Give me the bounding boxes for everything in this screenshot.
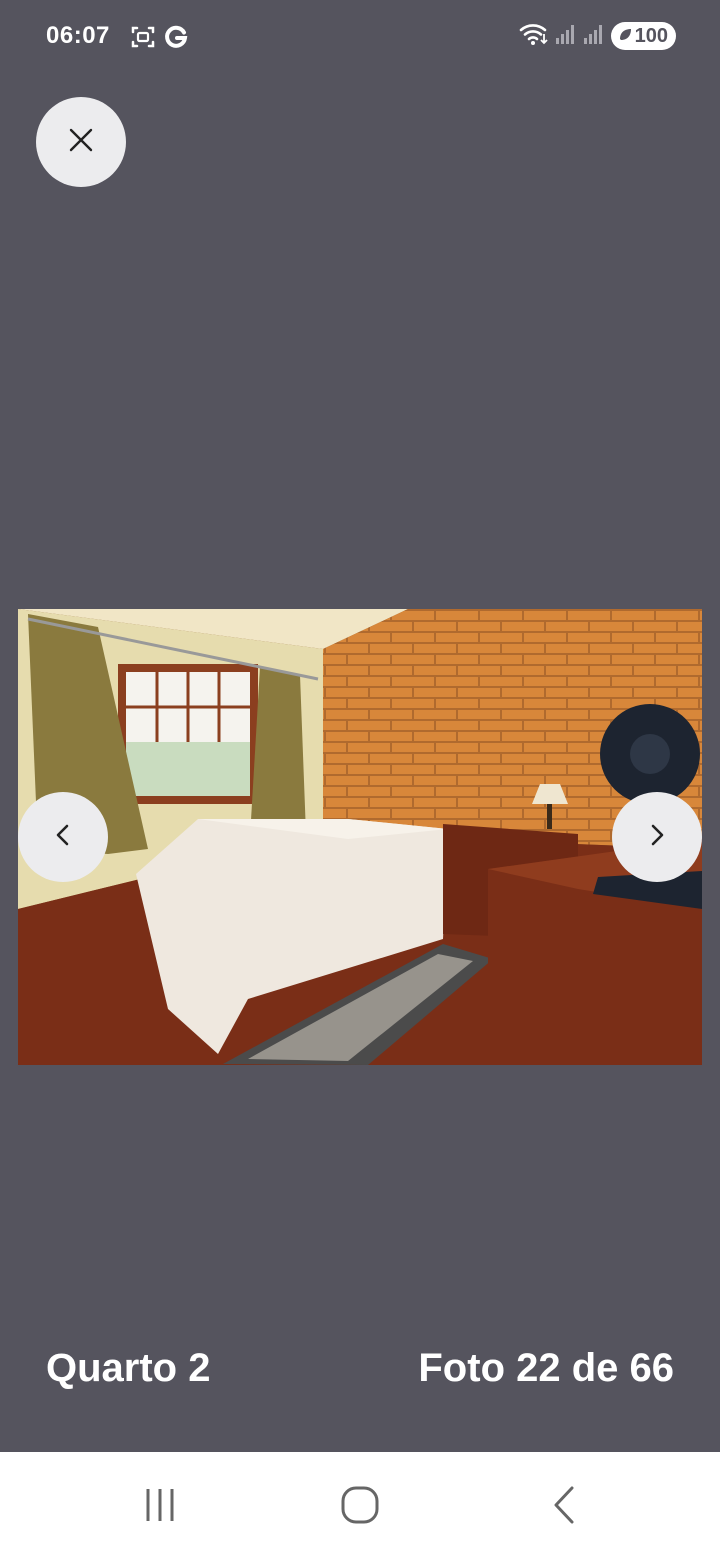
signal-icon xyxy=(583,23,605,49)
bedroom-photo xyxy=(18,609,702,1065)
status-right: 100 xyxy=(519,22,676,50)
battery-indicator: 100 xyxy=(610,22,676,50)
screenshot-icon xyxy=(130,24,156,54)
close-button[interactable] xyxy=(36,97,126,187)
google-g-icon xyxy=(164,24,188,54)
status-left-icons xyxy=(130,24,188,54)
chevron-right-icon xyxy=(647,823,667,851)
battery-level: 100 xyxy=(634,24,668,47)
chevron-left-icon xyxy=(53,823,73,851)
status-bar: 06:07 100 xyxy=(0,0,720,74)
photo-room-title: Quarto 2 xyxy=(46,1346,211,1390)
status-time: 06:07 xyxy=(46,22,110,49)
home-button[interactable] xyxy=(330,1482,390,1532)
home-icon xyxy=(340,1485,380,1529)
wifi-icon xyxy=(519,22,549,50)
battery-saver-icon xyxy=(617,25,633,48)
recents-icon xyxy=(142,1487,178,1527)
recents-button[interactable] xyxy=(130,1482,190,1532)
next-photo-button[interactable] xyxy=(612,792,702,882)
gallery-photo[interactable] xyxy=(18,609,702,1065)
system-navigation-bar xyxy=(0,1452,720,1560)
back-button[interactable] xyxy=(534,1482,594,1532)
close-icon xyxy=(67,126,95,158)
photo-counter: Foto 22 de 66 xyxy=(418,1346,674,1390)
back-icon xyxy=(550,1485,578,1529)
signal-icon xyxy=(555,23,577,49)
previous-photo-button[interactable] xyxy=(18,792,108,882)
